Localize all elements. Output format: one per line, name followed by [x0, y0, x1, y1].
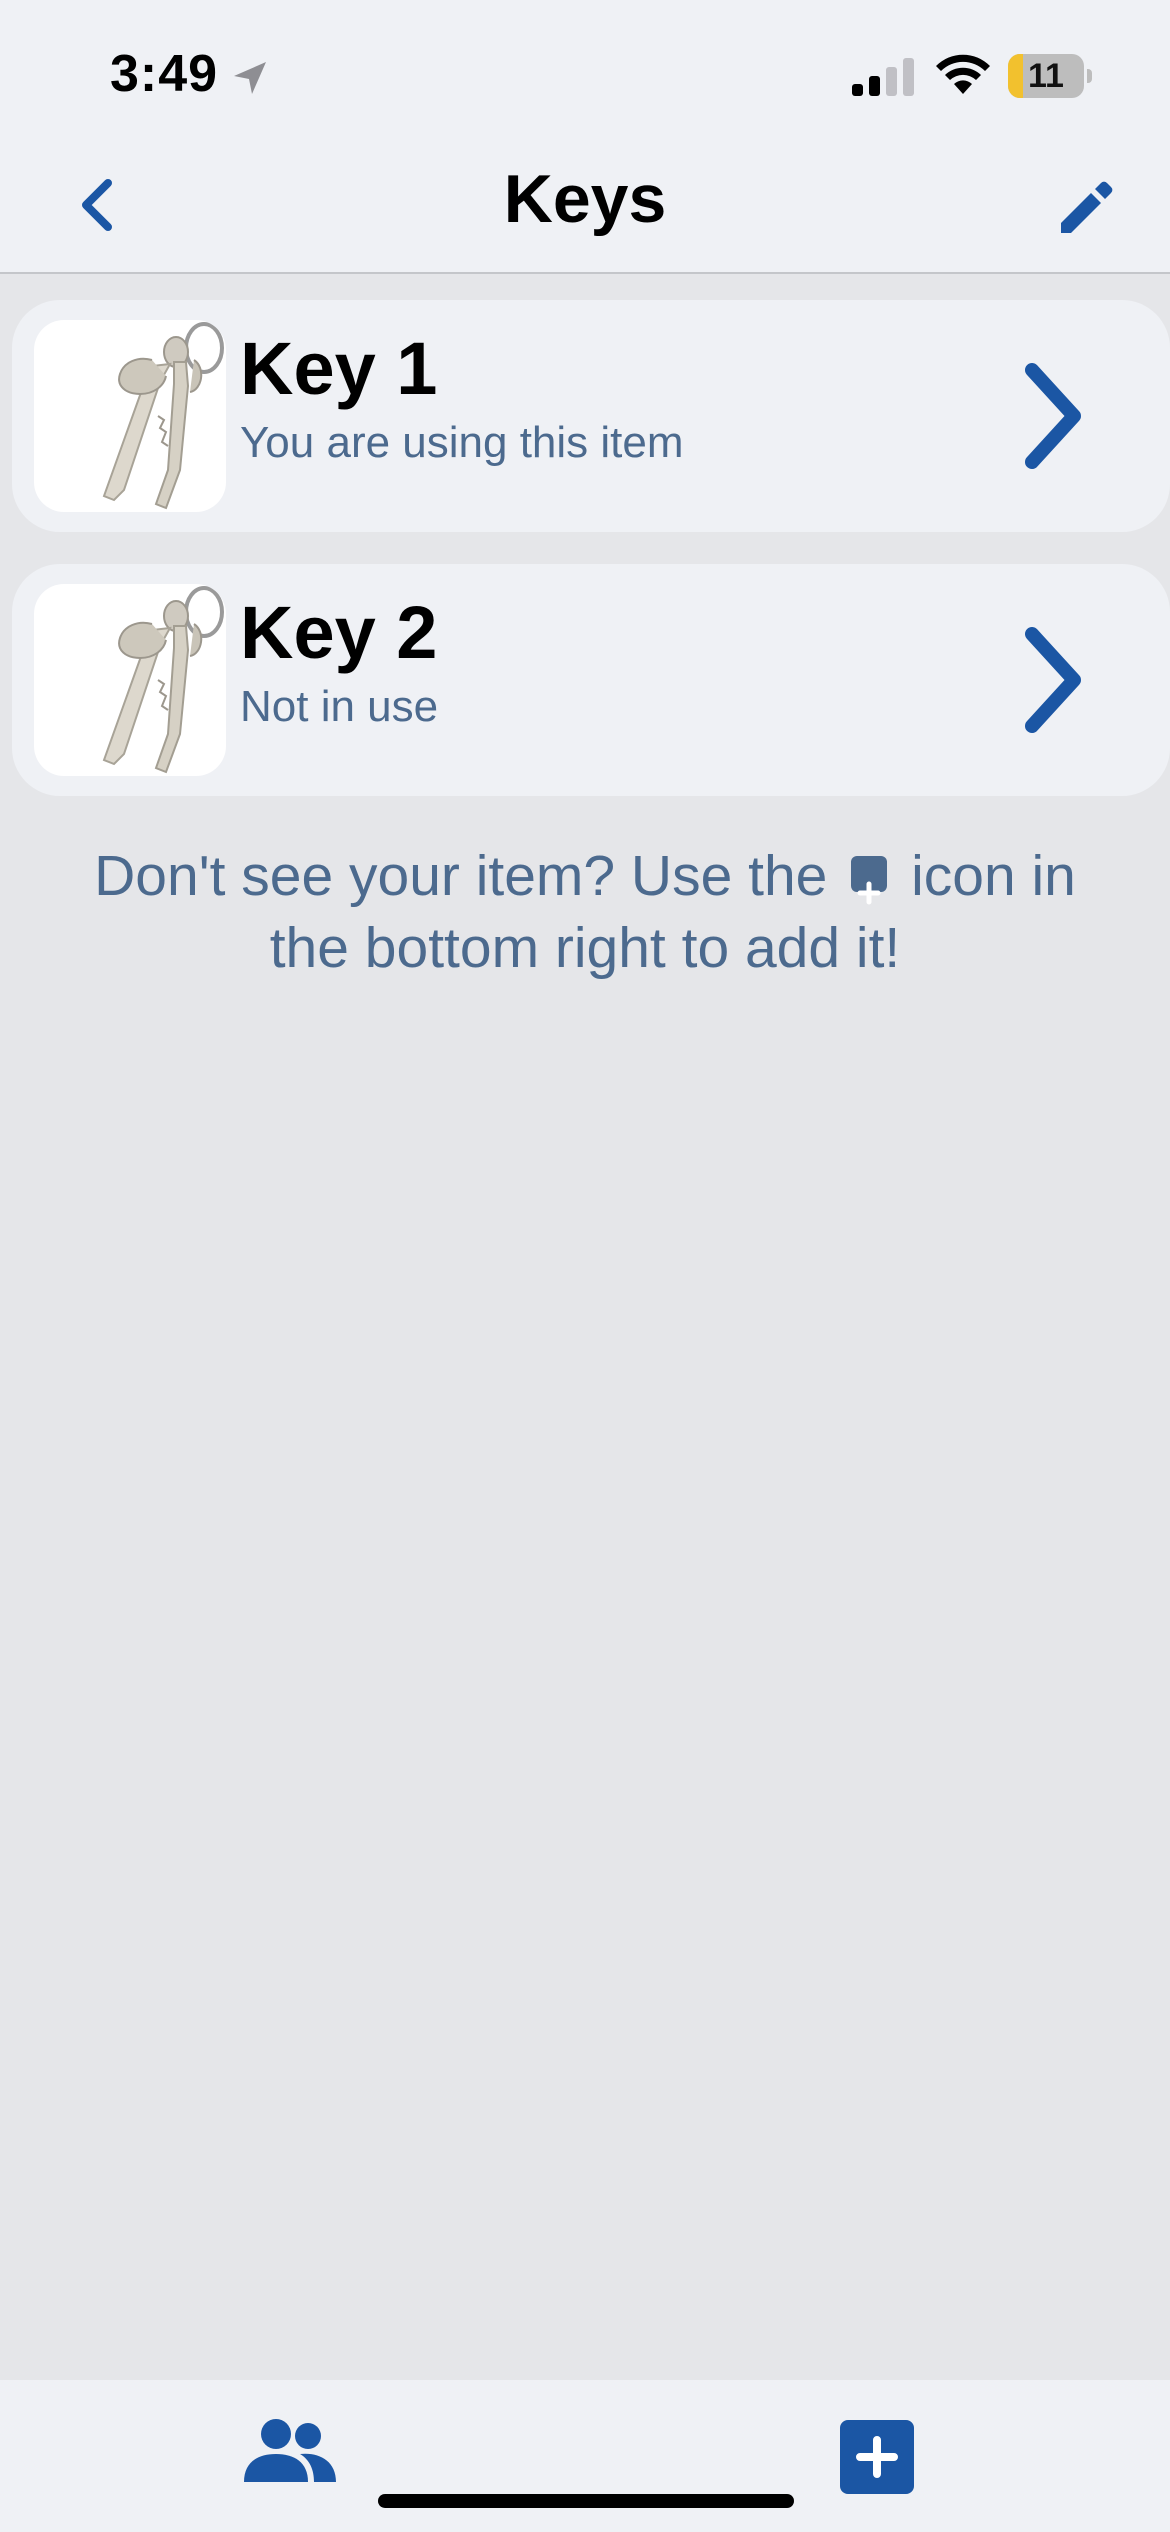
wifi-icon [936, 54, 990, 94]
item-title: Key 2 [240, 591, 438, 674]
add-item-button[interactable] [840, 2420, 914, 2494]
list-item-key-2[interactable]: Key 2 Not in use [12, 564, 1170, 796]
edit-button[interactable] [1050, 172, 1122, 244]
item-title: Key 1 [240, 327, 438, 410]
location-arrow-icon [234, 62, 266, 94]
chevron-right-icon [1025, 627, 1081, 733]
keys-photo-icon [102, 322, 224, 510]
plus-icon [856, 2436, 898, 2478]
keys-photo-icon [102, 586, 224, 774]
item-status: You are using this item [240, 418, 684, 467]
people-icon[interactable] [242, 2416, 338, 2488]
hint-text-before: Don't see your item? Use the [94, 844, 828, 908]
top-bar: 3:49 11 Keys [0, 0, 1170, 274]
status-time: 3:49 [110, 45, 219, 103]
key-thumbnail-image [34, 584, 226, 776]
battery-tip [1087, 69, 1092, 83]
add-item-hint: Don't see your item? Use the icon in the… [60, 840, 1110, 984]
plus-square-inline-icon [851, 855, 888, 905]
battery-level: 11 [1028, 57, 1064, 95]
chevron-left-icon [82, 179, 112, 231]
item-status: Not in use [240, 682, 439, 731]
chevron-right-icon [1025, 363, 1081, 469]
bottom-toolbar [0, 2380, 1170, 2532]
back-button[interactable] [66, 170, 126, 240]
battery-indicator: 11 [1008, 54, 1092, 98]
home-indicator [378, 2494, 794, 2508]
cellular-signal-icon [852, 58, 914, 96]
screen: 3:49 11 Keys Key 1 You are using this it… [0, 0, 1170, 2532]
pencil-icon [1061, 181, 1113, 233]
page-title: Keys [503, 161, 667, 237]
battery-body: 11 [1008, 54, 1084, 98]
list-item-key-1[interactable]: Key 1 You are using this item [12, 300, 1170, 532]
key-thumbnail-image [34, 320, 226, 512]
